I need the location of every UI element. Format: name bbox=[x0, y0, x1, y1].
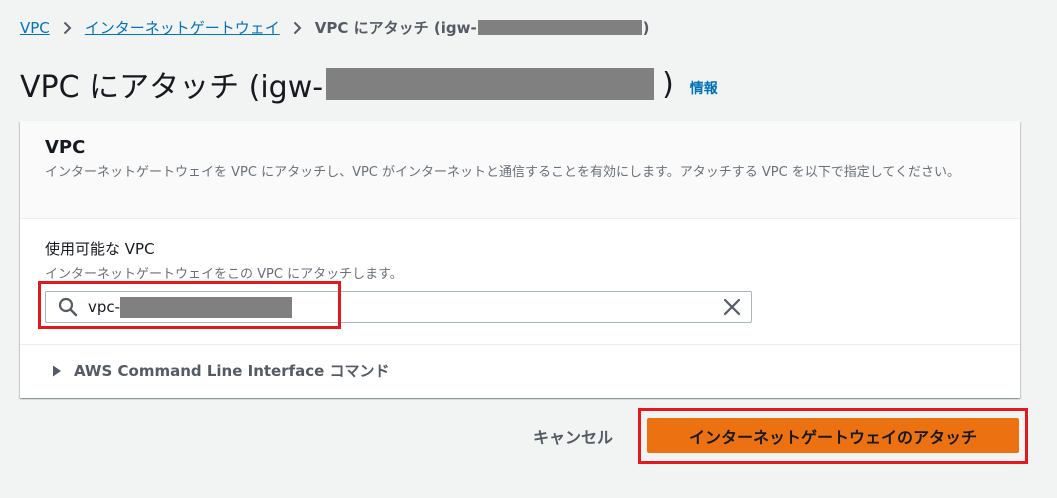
redacted-igw-id bbox=[326, 68, 655, 100]
redacted-igw-id bbox=[477, 20, 642, 35]
breadcrumb-igw-link[interactable]: インターネットゲートウェイ bbox=[85, 17, 280, 38]
page-title-prefix: VPC にアタッチ (igw- bbox=[20, 70, 324, 105]
vpc-search-input[interactable]: vpc- bbox=[45, 291, 752, 323]
breadcrumb: VPC インターネットゲートウェイ VPC にアタッチ (igw- ) bbox=[20, 17, 650, 38]
available-vpc-label: 使用可能な VPC bbox=[45, 240, 155, 258]
attach-igw-button[interactable]: インターネットゲートウェイのアタッチ bbox=[647, 418, 1019, 453]
page-title-suffix: ) bbox=[662, 66, 674, 102]
breadcrumb-vpc-link[interactable]: VPC bbox=[20, 19, 50, 37]
redacted-vpc-id bbox=[120, 296, 293, 318]
cli-command-label: AWS Command Line Interface コマンド bbox=[74, 362, 390, 380]
panel-description: インターネットゲートウェイを VPC にアタッチし、VPC がインターネットと通… bbox=[45, 165, 961, 180]
page-header: VPC にアタッチ (igw- ) 情報 bbox=[20, 62, 718, 106]
close-icon[interactable] bbox=[723, 298, 741, 316]
info-link[interactable]: 情報 bbox=[690, 78, 718, 98]
panel-title: VPC bbox=[45, 137, 86, 158]
chevron-right-icon bbox=[293, 21, 302, 35]
breadcrumb-current-prefix: VPC にアタッチ (igw- bbox=[314, 19, 477, 37]
cli-command-expander[interactable]: AWS Command Line Interface コマンド bbox=[52, 360, 390, 381]
caret-right-icon bbox=[52, 365, 62, 377]
vpc-search-value-prefix: vpc- bbox=[88, 298, 121, 316]
vpc-search-value: vpc- bbox=[88, 296, 293, 318]
search-icon bbox=[58, 297, 78, 317]
page-title: VPC にアタッチ (igw- ) bbox=[20, 62, 674, 106]
breadcrumb-current: VPC にアタッチ (igw- ) bbox=[315, 17, 650, 38]
panel-header: VPC インターネットゲートウェイを VPC にアタッチし、VPC がインターネ… bbox=[20, 121, 1020, 219]
vpc-panel: VPC インターネットゲートウェイを VPC にアタッチし、VPC がインターネ… bbox=[20, 121, 1020, 398]
available-vpc-description: インターネットゲートウェイをこの VPC にアタッチします。 bbox=[45, 267, 403, 282]
panel-divider bbox=[20, 344, 1020, 345]
chevron-right-icon bbox=[63, 21, 72, 35]
cancel-button[interactable]: キャンセル bbox=[533, 424, 613, 448]
breadcrumb-current-suffix: ) bbox=[642, 18, 650, 37]
